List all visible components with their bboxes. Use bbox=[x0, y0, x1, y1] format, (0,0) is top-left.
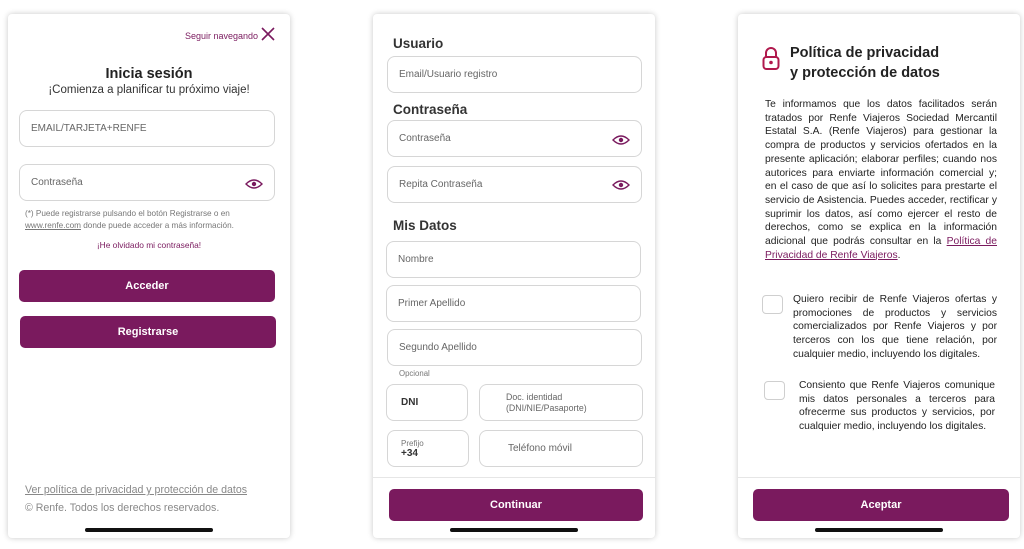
footer-divider bbox=[373, 477, 655, 478]
password-field[interactable]: Contraseña bbox=[19, 164, 275, 201]
register-note-text: (*) Puede registrarse pulsando el botón … bbox=[25, 209, 230, 218]
phone-prefix-select[interactable]: Prefijo +34 bbox=[387, 430, 469, 467]
user-heading: Usuario bbox=[393, 36, 444, 51]
eye-icon[interactable] bbox=[245, 177, 263, 189]
privacy-body: Te informamos que los datos facilitados … bbox=[765, 98, 997, 262]
eye-icon[interactable] bbox=[612, 133, 630, 145]
register-note: (*) Puede registrarse pulsando el botón … bbox=[25, 208, 276, 232]
forgot-password-link[interactable]: ¡He olvidado mi contraseña! bbox=[8, 240, 290, 250]
doc-placeholder-2: (DNI/NIE/Pasaporte) bbox=[506, 402, 587, 413]
page-title: Política de privacidad y protección de d… bbox=[790, 43, 1010, 83]
mydata-heading: Mis Datos bbox=[393, 218, 457, 233]
page-subtitle: ¡Comienza a planificar tu próximo viaje! bbox=[48, 84, 250, 96]
repeat-password-field[interactable]: Repita Contraseña bbox=[387, 166, 642, 203]
marketing-consent-checkbox[interactable] bbox=[762, 295, 783, 314]
title-line-1: Política de privacidad bbox=[790, 45, 940, 61]
optional-label: Opcional bbox=[399, 369, 430, 378]
register-note-text-2: donde puede acceder a más información. bbox=[80, 221, 234, 230]
accept-button[interactable]: Aceptar bbox=[753, 489, 1009, 521]
privacy-body-text: Te informamos que los datos facilitados … bbox=[765, 99, 997, 248]
register-screen: Usuario Email/Usuario registro Contraseñ… bbox=[373, 14, 655, 538]
password-placeholder: Contraseña bbox=[399, 133, 451, 144]
login-button[interactable]: Acceder bbox=[19, 270, 275, 302]
continue-button[interactable]: Continuar bbox=[389, 489, 643, 521]
password-heading: Contraseña bbox=[393, 102, 468, 117]
user-field[interactable]: Email/Usuario registro bbox=[387, 56, 642, 93]
repeat-password-placeholder: Repita Contraseña bbox=[399, 179, 483, 190]
password-field[interactable]: Contraseña bbox=[387, 120, 642, 157]
first-surname-field[interactable]: Primer Apellido bbox=[386, 285, 641, 322]
password-placeholder: Contraseña bbox=[31, 177, 83, 188]
name-field[interactable]: Nombre bbox=[386, 241, 641, 278]
privacy-body-end: . bbox=[897, 249, 901, 261]
privacy-policy-link[interactable]: Ver política de privacidad y protección … bbox=[25, 484, 247, 496]
third-party-consent-checkbox[interactable] bbox=[764, 381, 785, 400]
lock-icon bbox=[762, 46, 780, 70]
copyright-text: © Renfe. Todos los derechos reservados. bbox=[25, 502, 220, 514]
footer-divider bbox=[738, 477, 1020, 478]
privacy-screen: Política de privacidad y protección de d… bbox=[738, 14, 1020, 538]
login-screen: Seguir navegando Inicia sesión ¡Comienza… bbox=[8, 14, 290, 538]
home-indicator bbox=[815, 528, 943, 532]
document-id-field[interactable]: Doc. identidad (DNI/NIE/Pasaporte) bbox=[479, 384, 643, 421]
eye-icon[interactable] bbox=[612, 178, 630, 190]
mobile-phone-field[interactable]: Teléfono móvil bbox=[479, 430, 643, 467]
prefix-value: +34 bbox=[401, 447, 418, 459]
home-indicator bbox=[450, 528, 578, 532]
marketing-consent-text: Quiero recibir de Renfe Viajeros ofertas… bbox=[793, 294, 997, 360]
renfe-website-link[interactable]: www.renfe.com bbox=[25, 221, 81, 230]
register-button[interactable]: Registrarse bbox=[20, 316, 276, 348]
doc-type-select[interactable]: DNI bbox=[386, 384, 468, 421]
doc-placeholder-1: Doc. identidad bbox=[506, 391, 563, 402]
continue-browsing-link[interactable]: Seguir navegando bbox=[185, 31, 258, 41]
prefix-label: Prefijo bbox=[401, 438, 424, 448]
email-field[interactable]: EMAIL/TARJETA+RENFE bbox=[19, 110, 275, 147]
page-title: Inicia sesión bbox=[105, 66, 193, 82]
second-surname-field[interactable]: Segundo Apellido bbox=[387, 329, 642, 366]
title-line-2: y protección de datos bbox=[790, 65, 940, 81]
third-party-consent-text: Consiento que Renfe Viajeros comunique m… bbox=[799, 380, 995, 433]
close-icon[interactable] bbox=[260, 26, 276, 42]
home-indicator bbox=[85, 528, 213, 532]
